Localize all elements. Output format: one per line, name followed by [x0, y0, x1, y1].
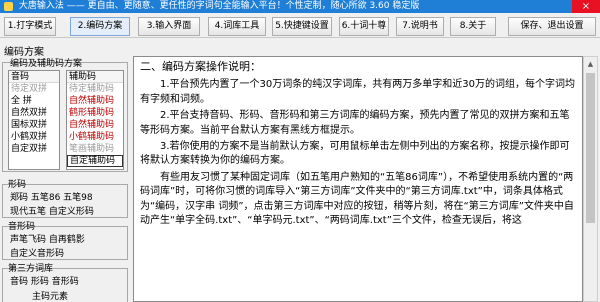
main-area: 编码方案 编码及辅助码方案 音码 待定双拼 全 拼 自然双拼 国标双拼 小鹤双拼…: [0, 40, 600, 302]
yinxing-options-row2[interactable]: 自定义音形码: [10, 246, 64, 259]
fuzhuma-item[interactable]: 自然辅助码: [67, 95, 123, 107]
third-party-options[interactable]: 音码 形码 音形码: [10, 274, 79, 287]
xingma-options-row1[interactable]: 郑码 五笔86 五笔98: [10, 190, 93, 203]
doc-paragraph-3: 3.若你使用的方案不是当前默认方案，可用鼠标单击左侧中列出的方案名称，按提示操作…: [140, 141, 570, 167]
third-party-title: 第三方词库: [8, 264, 54, 274]
window-title: 大唐输入法 —— 更自由、更随意、更任性的字词句全能输入平台！个性定制，随心所欲…: [18, 1, 420, 11]
tab-shortcut-settings[interactable]: 5.快捷键设置: [272, 17, 332, 36]
tab-ten-words[interactable]: 6.十词十尊: [339, 17, 389, 36]
doc-paragraph-1: 1.平台预先内置了一个30万词条的纯汉字词库，共有两万多单字和近30万的词组，每…: [140, 79, 575, 105]
doc-paragraph-4: 有些用友习惯了某种固定词库（如五笔用户熟知的“五笔86词库”），不希望使用系统内…: [140, 171, 574, 227]
fuzhuma-item[interactable]: 待定辅助码: [67, 83, 123, 95]
vertical-scrollbar[interactable]: ▲: [583, 56, 598, 302]
yinma-list: 音码 待定双拼 全 拼 自然双拼 国标双拼 小鹤双拼 自定双拼: [8, 70, 60, 170]
instructions-text-area[interactable]: 二、编码方案操作说明： 1.平台预先内置了一个30万词条的纯汉字词库，共有两万多…: [133, 56, 583, 302]
tab-manual[interactable]: 7.说明书: [396, 17, 444, 36]
scroll-up-icon[interactable]: ▲: [584, 57, 597, 71]
fuzhuma-item-selected[interactable]: 自定辅助码: [67, 155, 123, 167]
close-window-button[interactable]: ×: [572, 0, 600, 13]
yinma-item[interactable]: 待定双拼: [9, 83, 59, 95]
save-exit-button[interactable]: 保存、退出设置: [508, 17, 596, 36]
window-title-bar: 大唐输入法 —— 更自由、更随意、更任性的字词句全能输入平台！个性定制，随心所欲…: [0, 0, 600, 13]
fuzhuma-item[interactable]: 鹤形辅助码: [67, 107, 123, 119]
yinma-item[interactable]: 自定双拼: [9, 143, 59, 155]
tab-input-interface[interactable]: 3.输入界面: [138, 17, 200, 36]
yinma-item[interactable]: 自然双拼: [9, 107, 59, 119]
yinxing-title: 音形码: [8, 222, 36, 232]
fuzhuma-item[interactable]: 自然辅助码: [67, 119, 123, 131]
scrollbar-thumb[interactable]: [586, 73, 595, 223]
instructions-content: 二、编码方案操作说明： 1.平台预先内置了一个30万词条的纯汉字词库，共有两万多…: [134, 57, 582, 228]
yinma-item[interactable]: 小鹤双拼: [9, 131, 59, 143]
fuzhuma-item[interactable]: 小鹤辅助码: [67, 131, 123, 143]
xingma-options-row2[interactable]: 现代五笔 自定义形码: [10, 204, 94, 217]
settings-toolbar: 1.打字模式 2.编码方案 3.输入界面 4.词库工具 5.快捷键设置 6.十词…: [0, 13, 600, 38]
yinma-item[interactable]: 全 拼: [9, 95, 59, 107]
third-party-element[interactable]: 主码元素: [32, 289, 68, 302]
app-icon: [4, 2, 13, 11]
fuzhuma-item[interactable]: 笔画辅助码: [67, 143, 123, 155]
tab-encoding-scheme[interactable]: 2.编码方案: [70, 17, 130, 36]
yinxing-options-row1[interactable]: 声笔飞码 自再鹤影: [10, 232, 85, 245]
scheme-panel: 编码及辅助码方案 音码 待定双拼 全 拼 自然双拼 国标双拼 小鹤双拼 自定双拼…: [2, 56, 130, 302]
fuzhuma-list: 辅助码 待定辅助码 自然辅助码 鹤形辅助码 自然辅助码 小鹤辅助码 笔画辅助码 …: [66, 70, 124, 170]
doc-paragraph-2: 2.平台支持音码、形码、音形码和第三方词库的编码方案，预先内置了常见的双拼方案和…: [140, 110, 570, 136]
yinma-header: 音码: [9, 71, 59, 83]
fuzhuma-header: 辅助码: [67, 71, 123, 83]
yinma-item[interactable]: 国标双拼: [9, 119, 59, 131]
scheme-group-title: 编码及辅助码方案: [10, 59, 83, 69]
xingma-title: 形码: [8, 180, 27, 190]
doc-heading: 二、编码方案操作说明：: [140, 60, 261, 73]
tab-dictionary-tools[interactable]: 4.词库工具: [208, 17, 266, 36]
tab-typing-mode[interactable]: 1.打字模式: [4, 17, 56, 36]
tab-about[interactable]: 8.关于: [450, 17, 496, 36]
